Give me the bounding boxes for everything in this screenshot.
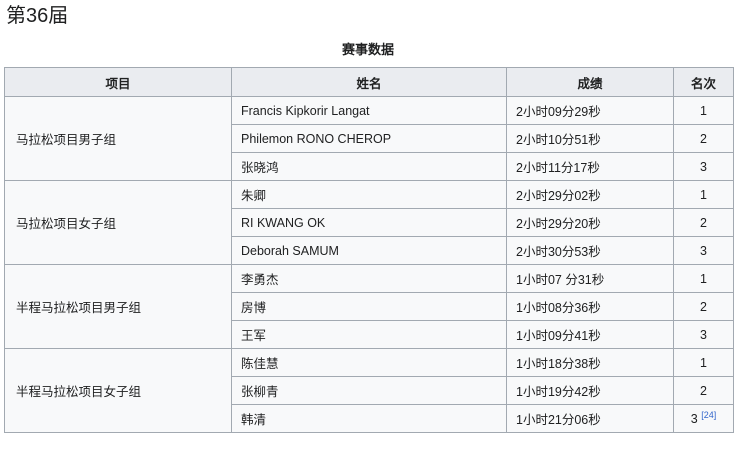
event-cell: 半程马拉松项目男子组 [4, 264, 232, 349]
table-header-row: 项目 姓名 成绩 名次 [4, 67, 734, 97]
table-row: 马拉松项目男子组 Francis Kipkorir Langat 2小时09分2… [4, 96, 734, 181]
rank-cell: 3 [673, 236, 734, 265]
rank-cell: 1 [673, 180, 734, 209]
table-row: 马拉松项目女子组 朱卿 2小时29分02秒 1 [4, 180, 734, 265]
result-time: 1小时08分36秒 [506, 292, 674, 321]
rank-cell: 1 [673, 264, 734, 293]
athlete-name: 陈佳慧 [231, 348, 507, 377]
results-table: 项目 姓名 成绩 名次 马拉松项目男子组 Francis Kipkorir La… [4, 67, 734, 433]
athlete-name: Deborah SAMUM [231, 236, 507, 265]
rank-cell: 2 [673, 208, 734, 237]
athlete-name: 朱卿 [231, 180, 507, 209]
athlete-name: 房博 [231, 292, 507, 321]
table-row: 半程马拉松项目男子组 李勇杰 1小时07 分31秒 1 [4, 264, 734, 349]
result-time: 1小时09分41秒 [506, 320, 674, 349]
rank-cell: 3 [24] [673, 404, 734, 433]
rank-cell: 2 [673, 292, 734, 321]
result-time: 2小时30分53秒 [506, 236, 674, 265]
result-time: 1小时18分38秒 [506, 348, 674, 377]
event-cell: 半程马拉松项目女子组 [4, 348, 232, 433]
result-time: 2小时10分51秒 [506, 124, 674, 153]
rank-cell: 2 [673, 124, 734, 153]
rank-cell: 3 [673, 152, 734, 181]
result-time: 1小时19分42秒 [506, 376, 674, 405]
rank-cell: 1 [673, 348, 734, 377]
result-time: 2小时09分29秒 [506, 96, 674, 125]
event-cell: 马拉松项目女子组 [4, 180, 232, 265]
athlete-name: Philemon RONO CHEROP [231, 124, 507, 153]
result-time: 2小时11分17秒 [506, 152, 674, 181]
athlete-name: 张晓鸿 [231, 152, 507, 181]
athlete-name: RI KWANG OK [231, 208, 507, 237]
result-time: 1小时07 分31秒 [506, 264, 674, 293]
table-caption: 赛事数据 [341, 42, 394, 57]
reference-link[interactable]: [24] [701, 409, 716, 419]
rank-cell: 3 [673, 320, 734, 349]
result-time: 1小时21分06秒 [506, 404, 674, 433]
athlete-name: 王军 [231, 320, 507, 349]
event-cell: 马拉松项目男子组 [4, 96, 232, 181]
rank-cell: 1 [673, 96, 734, 125]
rank-value: 3 [690, 411, 698, 426]
table-body: 马拉松项目男子组 Francis Kipkorir Langat 2小时09分2… [4, 96, 734, 433]
header-event: 项目 [4, 67, 232, 97]
athlete-name: 韩清 [231, 404, 507, 433]
result-time: 2小时29分02秒 [506, 180, 674, 209]
athlete-name: 张柳青 [231, 376, 507, 405]
rank-cell: 2 [673, 376, 734, 405]
result-time: 2小时29分20秒 [506, 208, 674, 237]
header-result: 成绩 [506, 67, 674, 97]
header-name: 姓名 [231, 67, 507, 97]
athlete-name: Francis Kipkorir Langat [231, 96, 507, 125]
athlete-name: 李勇杰 [231, 264, 507, 293]
header-rank: 名次 [673, 67, 734, 97]
table-row: 半程马拉松项目女子组 陈佳慧 1小时18分38秒 1 [4, 348, 734, 433]
section-heading: 第36届 [6, 5, 69, 27]
